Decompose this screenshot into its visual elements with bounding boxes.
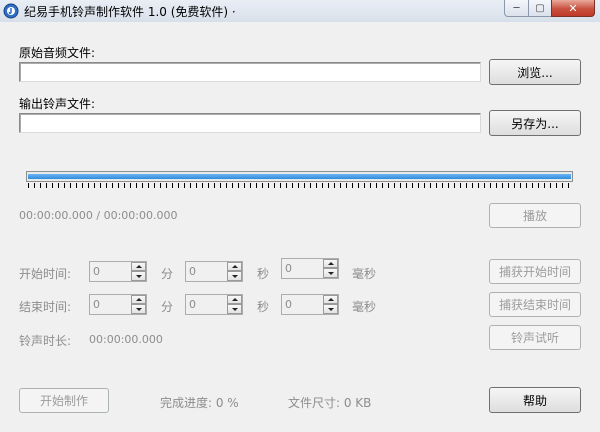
spin-up-icon[interactable]: [131, 262, 146, 271]
help-button[interactable]: 帮助: [489, 387, 581, 413]
end-minutes-unit: 分: [161, 300, 174, 314]
start-milliseconds-arrows: [323, 259, 338, 278]
start-milliseconds-value: 0: [285, 262, 292, 275]
title-bar[interactable]: 纪易手机铃声制作软件 1.0 (免费软件) · ─ ▢ ✕: [0, 0, 600, 22]
start-making-button[interactable]: 开始制作: [19, 388, 109, 413]
start-seconds-stepper[interactable]: 0: [185, 261, 243, 282]
minimize-button[interactable]: ─: [504, 0, 529, 17]
spin-down-icon[interactable]: [131, 271, 146, 281]
duration-label: 铃声时长:: [19, 334, 72, 348]
spin-down-icon[interactable]: [227, 271, 242, 281]
end-milliseconds-arrows: [323, 295, 338, 314]
close-button[interactable]: ✕: [551, 0, 595, 17]
end-seconds-arrows: [227, 295, 242, 314]
spin-up-icon[interactable]: [131, 295, 146, 304]
start-minutes-arrows: [131, 262, 146, 281]
end-milliseconds-stepper[interactable]: 0: [281, 294, 339, 315]
minimize-icon: ─: [513, 2, 520, 14]
spin-down-icon[interactable]: [227, 304, 242, 314]
spin-down-icon[interactable]: [131, 304, 146, 314]
source-file-label: 原始音频文件:: [19, 46, 96, 60]
spin-down-icon[interactable]: [323, 304, 338, 314]
spin-up-icon[interactable]: [227, 262, 242, 271]
window-title: 纪易手机铃声制作软件 1.0 (免费软件) ·: [24, 5, 236, 19]
end-minutes-value: 0: [93, 298, 100, 311]
app-icon: [3, 3, 19, 19]
slider-ticks: [28, 183, 571, 188]
progress-status: 完成进度: 0 %: [160, 396, 239, 410]
play-button[interactable]: 播放: [489, 203, 581, 228]
end-milliseconds-unit: 毫秒: [352, 300, 377, 314]
end-seconds-value: 0: [189, 298, 196, 311]
end-seconds-stepper[interactable]: 0: [185, 294, 243, 315]
end-minutes-arrows: [131, 295, 146, 314]
save-as-button[interactable]: 另存为...: [489, 110, 581, 136]
duration-value: 00:00:00.000: [89, 333, 163, 346]
end-minutes-stepper[interactable]: 0: [89, 294, 147, 315]
spin-up-icon[interactable]: [227, 295, 242, 304]
source-file-input[interactable]: [19, 62, 481, 82]
position-slider[interactable]: [26, 171, 573, 182]
start-minutes-unit: 分: [161, 267, 174, 281]
close-icon: ✕: [568, 1, 578, 15]
spin-up-icon[interactable]: [323, 295, 338, 304]
start-milliseconds-stepper[interactable]: 0: [281, 258, 339, 279]
maximize-icon: ▢: [535, 2, 545, 14]
start-seconds-arrows: [227, 262, 242, 281]
output-file-label: 输出铃声文件:: [19, 97, 96, 111]
start-seconds-value: 0: [189, 265, 196, 278]
maximize-button[interactable]: ▢: [528, 0, 552, 17]
end-seconds-unit: 秒: [257, 300, 270, 314]
start-seconds-unit: 秒: [257, 267, 270, 281]
end-milliseconds-value: 0: [285, 298, 292, 311]
output-file-input[interactable]: [19, 113, 481, 133]
start-milliseconds-unit: 毫秒: [352, 267, 377, 281]
end-time-label: 结束时间:: [19, 300, 72, 314]
browse-button[interactable]: 浏览...: [489, 59, 581, 85]
start-minutes-value: 0: [93, 265, 100, 278]
start-time-label: 开始时间:: [19, 267, 72, 281]
capture-start-button[interactable]: 捕获开始时间: [489, 259, 581, 284]
position-readout: 00:00:00.000 / 00:00:00.000: [19, 209, 178, 222]
slider-fill: [28, 174, 571, 179]
preview-ringtone-button[interactable]: 铃声试听: [489, 325, 581, 350]
capture-end-button[interactable]: 捕获结束时间: [489, 292, 581, 317]
app-window: 纪易手机铃声制作软件 1.0 (免费软件) · ─ ▢ ✕ 原始音频文件: 浏览…: [0, 0, 600, 432]
spin-up-icon[interactable]: [323, 259, 338, 268]
spin-down-icon[interactable]: [323, 268, 338, 278]
file-size-status: 文件尺寸: 0 KB: [288, 396, 372, 410]
start-minutes-stepper[interactable]: 0: [89, 261, 147, 282]
